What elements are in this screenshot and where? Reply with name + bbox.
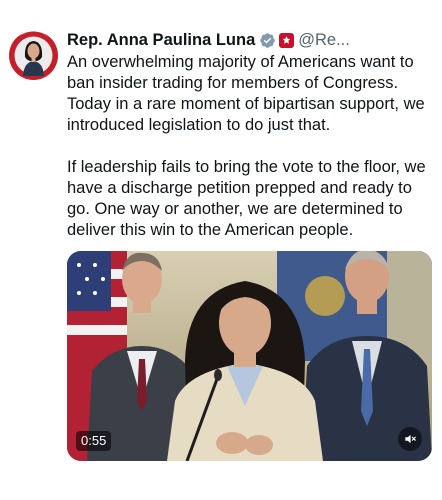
author-handle[interactable]: @Re... [298, 29, 350, 51]
tweet-paragraph: If leadership fails to bring the vote to… [67, 158, 426, 239]
author-name[interactable]: Rep. Anna Paulina Luna [67, 29, 255, 51]
video-duration: 0:55 [76, 431, 112, 451]
tweet-paragraph: An overwhelming majority of Americans wa… [67, 53, 425, 134]
verified-badge-icon[interactable] [259, 32, 276, 49]
video-player[interactable]: 0:55 [67, 251, 432, 461]
tweet-header: Rep. Anna Paulina Luna @Re... [67, 29, 350, 51]
author-avatar[interactable] [9, 31, 58, 80]
government-affiliation-icon[interactable] [279, 32, 295, 48]
muted-speaker-icon[interactable] [398, 427, 422, 451]
tweet-text: An overwhelming majority of Americans wa… [67, 52, 437, 241]
avatar-icon [9, 31, 58, 80]
video-thumbnail [67, 251, 432, 461]
